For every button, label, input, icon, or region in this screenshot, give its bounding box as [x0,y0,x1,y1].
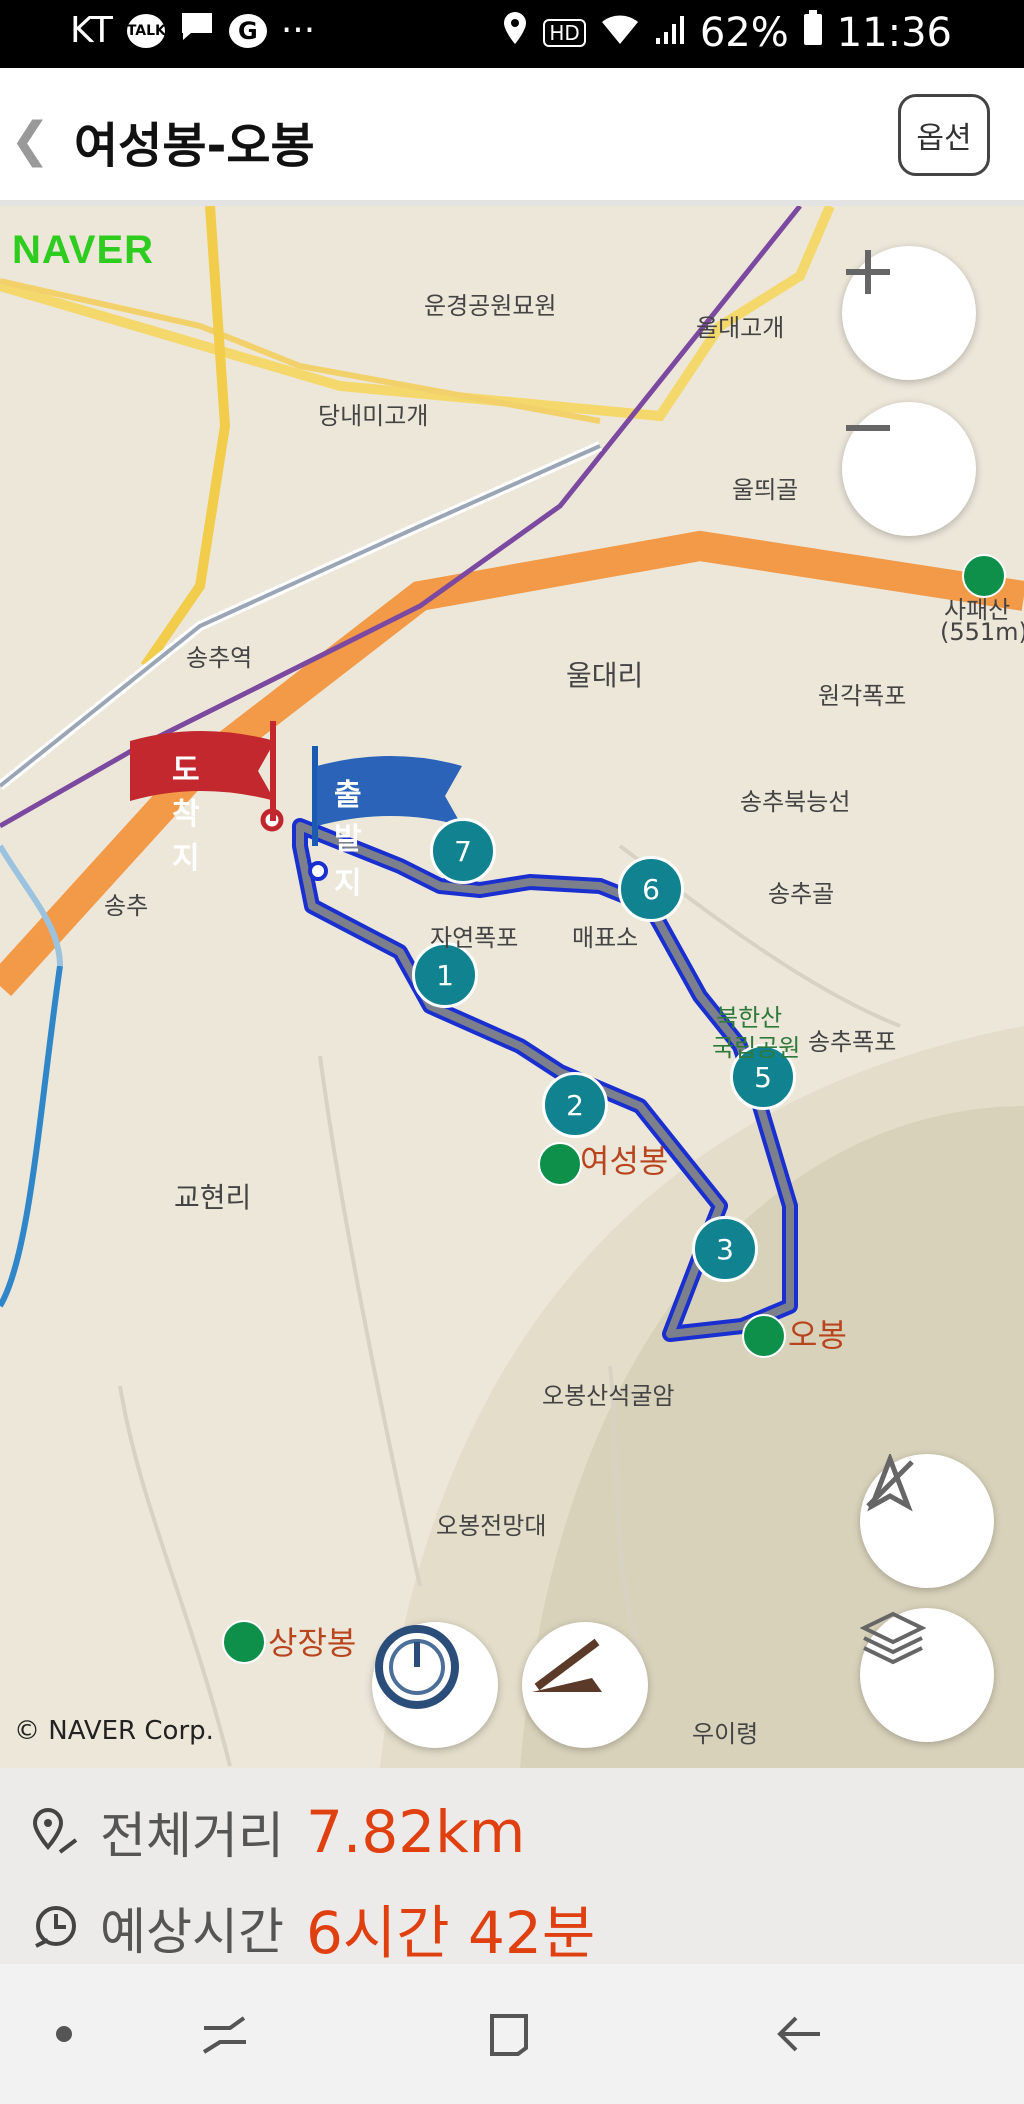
naver-logo: NAVER [12,228,155,272]
map-label: 울띄골 [732,476,799,504]
minus-icon [846,425,890,431]
speedometer-icon [375,1625,459,1709]
page-title: 여성봉-오봉 [74,118,315,174]
start-flag-label: 출발지 [334,778,362,901]
distance-label: 전체거리 [100,1807,284,1865]
clock: 11:36 [836,10,952,56]
waypoint-3[interactable]: 3 [692,1216,758,1282]
more-icon: ··· [280,10,316,51]
map-label: 오봉전망대 [436,1512,547,1540]
map-label: 자연폭포 [430,924,519,952]
peak-label-obong: 오봉 [788,1316,847,1354]
time-row: 예상시간 6시간 42분 [30,1886,595,1970]
message-icon [179,10,215,51]
options-button[interactable]: 옵션 [898,94,990,176]
map-label: 송추역 [186,644,253,672]
map-label: 당내미고개 [318,402,429,430]
map-label: 교현리 [174,1181,252,1214]
end-flag-icon [130,721,276,821]
zoom-in-button[interactable] [842,246,976,380]
waypoint-6[interactable]: 6 [618,856,684,922]
location-icon [501,10,529,56]
location-off-icon [866,1454,914,1512]
peak-icon-sangjang [222,1620,266,1664]
home-dot-icon[interactable] [56,2026,72,2042]
app-header: ❮ 여성봉-오봉 옵션 [0,68,1024,206]
map-label: 원각폭포 [818,682,907,710]
map-label: 울대리 [566,659,644,692]
distance-pin-icon [32,1807,78,1854]
map-label: 울대고개 [696,314,785,342]
status-bar: KT TALK G ··· HD 62% 11:36 [0,0,1024,68]
back-button[interactable]: ❮ [10,112,50,168]
map-label: 운경공원묘원 [424,292,557,320]
map-label: 송추골 [768,880,835,908]
time-label: 예상시간 [100,1903,284,1961]
plus-icon [846,250,890,294]
signal-icon [654,10,686,56]
home-button[interactable] [486,2010,534,2058]
peak-label-yeoseong: 여성봉 [580,1142,669,1180]
speedometer-button[interactable] [372,1622,498,1748]
end-flag-label: 도착지 [172,753,200,876]
kakaotalk-icon: TALK [126,13,166,48]
waypoint-7[interactable]: 7 [430,818,496,884]
map-label: (551m) [940,618,1024,646]
time-value: 6시간 42분 [306,1899,596,1967]
waypoint-2[interactable]: 2 [542,1072,608,1138]
recent-apps-button[interactable] [200,2012,250,2056]
elevation-button[interactable] [522,1622,648,1748]
compass-button[interactable] [860,1454,994,1588]
peak-icon-obong [742,1314,786,1358]
route-summary: 전체거리 7.82km 예상시간 6시간 42분 [0,1768,1024,1967]
map-label: 오봉산석굴암 [542,1382,675,1410]
battery-icon [803,10,823,56]
system-nav-bar [0,1964,1024,2104]
map-label: 송추폭포 [808,1028,897,1056]
layers-button[interactable] [860,1608,994,1742]
distance-value: 7.82km [306,1798,526,1866]
map-label: 국립공원 [712,1034,801,1062]
peak-label-sangjang: 상장봉 [268,1624,357,1662]
map-label: 송추 [104,892,149,920]
map-label: 송추북능선 [740,788,851,816]
start-point-icon [308,861,328,881]
distance-row: 전체거리 7.82km [30,1796,525,1868]
battery-percent: 62% [699,10,789,56]
road-39 [140,206,231,669]
zoom-out-button[interactable] [842,402,976,536]
map-label: 매표소 [572,924,639,952]
elevation-icon [532,1638,602,1692]
clock-icon [35,1906,76,1948]
g-app-icon: G [228,13,267,48]
hd-icon: HD [543,19,586,47]
railway-purple [0,206,802,829]
railway-grey [0,444,601,788]
copyright-text: © NAVER Corp. [14,1716,214,1746]
map-label: 우이령 [692,1720,759,1748]
carrier-label: KT [70,10,113,51]
layers-icon [860,1611,926,1665]
trail-grey-3 [118,1385,232,1767]
map-view[interactable]: NAVER 도착지 출발지 7 6 1 5 2 3 운경공원묘원 울대고개 당내… [0,206,1024,1768]
back-nav-button[interactable] [774,2012,824,2056]
wifi-icon [600,10,640,56]
trail-grey-1 [318,1055,422,1587]
peak-icon-yeoseong [538,1142,582,1186]
stream-blue [0,965,63,1308]
railway-white [0,441,603,790]
